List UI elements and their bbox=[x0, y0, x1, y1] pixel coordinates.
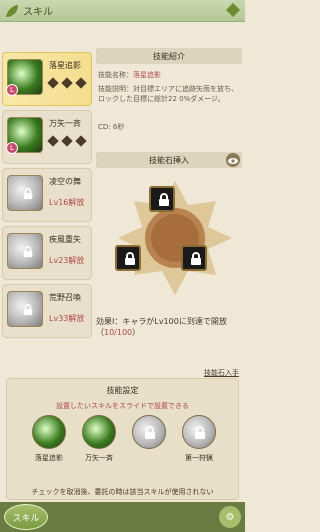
stone-slot-3[interactable] bbox=[181, 245, 207, 271]
leaf-icon[interactable] bbox=[3, 2, 21, 20]
skill-stone-crest bbox=[112, 175, 238, 301]
lock-icon bbox=[191, 252, 201, 265]
unlock-level: Lv16解放 bbox=[49, 198, 85, 207]
slot-skill-1[interactable] bbox=[32, 415, 66, 449]
skill-name: 万矢一斉 bbox=[49, 119, 81, 128]
skill-card-5[interactable]: 荒野召喚 Lv33解放 bbox=[2, 284, 92, 338]
lock-icon bbox=[195, 426, 205, 439]
skill-name-line: 技能名称：落星追影 bbox=[98, 71, 161, 79]
skill-name: 落星追影 bbox=[49, 61, 81, 70]
skill-icon-1: L bbox=[6, 59, 43, 96]
top-bar: スキル bbox=[0, 0, 245, 22]
skill-info-header: 技能紹介 bbox=[96, 48, 242, 64]
skill-slots bbox=[47, 77, 87, 89]
skill-card-3[interactable]: 凌空の舞 Lv16解放 bbox=[2, 168, 92, 222]
skill-icon-3 bbox=[7, 175, 43, 211]
skill-setting-subtitle: 設置したいスキルをスライドで設置できる bbox=[56, 402, 189, 410]
stone-effect: 効果Ⅰ：キャラがLv100に到達で開放（10/100） bbox=[96, 317, 227, 337]
skill-slots bbox=[47, 135, 87, 147]
skill-name: 凌空の舞 bbox=[49, 177, 81, 186]
skill-setting-panel: 技能設定 設置したいスキルをスライドで設置できる 落星追影 万矢一斉 第一狩猟 … bbox=[6, 378, 239, 500]
footer-bar: スキル ⚙ bbox=[0, 502, 245, 532]
skill-card-1[interactable]: L 落星追影 bbox=[2, 52, 92, 106]
skill-icon-2: L bbox=[6, 117, 43, 154]
lock-icon bbox=[23, 304, 33, 316]
skill-description: 技能説明：対目標エリアに追跡矢雨を放ち、ロックした目標に総計22 0%ダメージ。 bbox=[98, 85, 238, 103]
diamond-icon[interactable] bbox=[225, 2, 241, 18]
stone-slot-1[interactable] bbox=[149, 186, 175, 212]
lock-icon bbox=[125, 252, 135, 265]
slot-skill-4[interactable] bbox=[182, 415, 216, 449]
skill-tab-button[interactable]: スキル bbox=[4, 504, 48, 530]
skill-setting-header: 技能設定 bbox=[106, 385, 139, 395]
slot-skill-name: 第一狩猟 bbox=[185, 454, 213, 462]
unlock-level: Lv33解放 bbox=[49, 314, 85, 323]
eye-icon[interactable] bbox=[226, 153, 240, 167]
skill-name: 荒野召喚 bbox=[49, 293, 81, 302]
skill-icon-4 bbox=[7, 233, 43, 269]
get-stone-link[interactable]: 技能石入手 bbox=[204, 368, 239, 378]
skill-name: 疾風重矢 bbox=[49, 235, 81, 244]
skill-card-4[interactable]: 疾風重矢 Lv23解放 bbox=[2, 226, 92, 280]
lock-icon bbox=[159, 193, 169, 206]
skill-card-2[interactable]: L 万矢一斉 bbox=[2, 110, 92, 164]
slot-skill-2[interactable] bbox=[82, 415, 116, 449]
lock-icon bbox=[145, 426, 155, 439]
settings-icon[interactable]: ⚙ bbox=[219, 506, 241, 528]
lock-icon bbox=[23, 188, 33, 200]
lock-icon bbox=[23, 246, 33, 258]
stone-slot-2[interactable] bbox=[115, 245, 141, 271]
skill-stone-header: 技能石挿入 bbox=[96, 152, 242, 168]
slot-skill-name: 落星追影 bbox=[35, 454, 63, 462]
skill-setting-note: チェックを取消後、委託の時は該当スキルが使用されない bbox=[31, 488, 214, 496]
skill-icon-5 bbox=[7, 291, 43, 327]
unlock-level: Lv23解放 bbox=[49, 256, 85, 265]
skill-cd: CD: 6秒 bbox=[98, 123, 125, 131]
slot-skill-3[interactable] bbox=[132, 415, 166, 449]
slot-skill-name: 万矢一斉 bbox=[85, 454, 113, 462]
page-title: スキル bbox=[23, 7, 53, 18]
